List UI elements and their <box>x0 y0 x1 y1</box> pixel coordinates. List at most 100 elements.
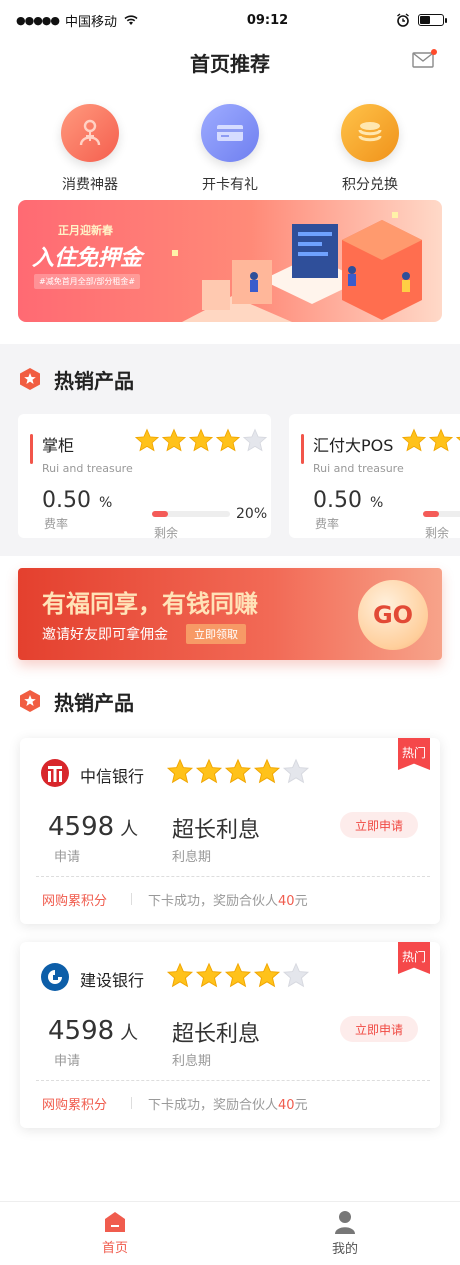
remain-label: 剩余 <box>154 526 179 540</box>
status-right <box>396 13 447 27</box>
reward-amount: 40 <box>278 1098 295 1113</box>
star-badge-icon <box>18 689 42 713</box>
reward-suffix: 元 <box>294 894 308 909</box>
tab-label: 首页 <box>101 1241 128 1256</box>
ccb-logo-icon <box>41 963 69 991</box>
count-number: 4598 <box>48 812 115 842</box>
quick-entries: 消费神器 开卡有礼 积分兑换 <box>0 84 460 200</box>
rating-stars <box>134 428 268 454</box>
tab-mine[interactable]: 我的 <box>230 1202 460 1265</box>
notification-dot <box>431 49 437 55</box>
reward-prefix: 下卡成功，奖励合伙人 <box>148 1098 279 1113</box>
promo-headline: 有福同享，有钱同赚 <box>42 590 258 618</box>
signal-icon: ●●●●● <box>16 13 60 27</box>
banner-illustration <box>172 212 422 322</box>
go-button[interactable]: GO <box>358 580 428 650</box>
product-card[interactable]: 汇付大POS Rui and treasure 0.50% 费率 剩余 <box>289 414 460 540</box>
banner-tag: #减免首月全部/部分租金# <box>34 274 141 289</box>
hot-ribbon: 热门 <box>398 738 430 770</box>
coins-icon <box>341 104 399 162</box>
star-empty-icon <box>242 428 268 452</box>
reward-prefix: 下卡成功，奖励合伙人 <box>148 894 279 909</box>
carrier-label: 中国移动 <box>65 14 118 30</box>
status-bar: ●●●●● 中国移动 09:12 <box>0 0 460 40</box>
bank-card-citic[interactable]: 热门 中信银行 4598 人 申请 超长利息 利息期 立即申请 网购累积分 下卡成… <box>20 738 440 924</box>
separator <box>131 893 132 905</box>
feature-label: 利息期 <box>172 850 212 865</box>
remain-progress <box>423 511 460 517</box>
page-title: 首页推荐 <box>190 51 270 76</box>
tab-home[interactable]: 首页 <box>0 1202 230 1265</box>
star-filled-icon <box>134 428 160 452</box>
status-left: ●●●●● 中国移动 <box>16 11 139 30</box>
rate-label: 费率 <box>315 517 340 531</box>
star-filled-icon <box>166 962 194 988</box>
star-filled-icon <box>428 428 454 452</box>
rate-number: 0.50 <box>313 488 362 513</box>
wifi-icon <box>124 15 138 25</box>
invite-promo[interactable]: 有福同享，有钱同赚 邀请好友即可拿佣金 立即领取 GO <box>18 568 442 660</box>
quick-item-label: 开卡有礼 <box>202 177 258 193</box>
progress-fill <box>423 511 439 517</box>
tab-bar: 首页 我的 <box>0 1201 460 1265</box>
rate-number: 0.50 <box>42 488 91 513</box>
product-card[interactable]: 掌柜 Rui and treasure 0.50% 费率 20% 剩余 <box>18 414 271 540</box>
battery-icon <box>418 14 447 26</box>
progress-fill <box>152 511 168 517</box>
reward-amount: 40 <box>278 894 295 909</box>
rate-unit: % <box>98 495 113 511</box>
star-filled-icon <box>253 962 281 988</box>
hot-products-row[interactable]: 掌柜 Rui and treasure 0.50% 费率 20% 剩余 汇付大P… <box>0 414 460 556</box>
count-label: 申请 <box>54 850 81 865</box>
rate-value: 0.50% <box>42 488 112 513</box>
product-subtitle: Rui and treasure <box>42 462 133 475</box>
promo-banner[interactable]: 正月迎新春 入住免押金 #减免首月全部/部分租金# <box>18 200 442 322</box>
star-filled-icon <box>195 962 223 988</box>
mail-button[interactable] <box>412 49 437 68</box>
rating-stars <box>166 758 310 786</box>
star-filled-icon <box>224 758 252 784</box>
quick-item-consume[interactable]: 消费神器 <box>35 104 145 200</box>
rate-value: 0.50% <box>313 488 383 513</box>
bank-card-ccb[interactable]: 热门 建设银行 4598 人 申请 超长利息 利息期 立即申请 网购累积分 下卡成… <box>20 942 440 1128</box>
hot-products-band: 热销产品 掌柜 Rui and treasure 0.50% 费率 20% 剩余… <box>0 344 460 556</box>
applicant-count: 4598 人 <box>48 812 138 842</box>
reward-text: 下卡成功，奖励合伙人40元 <box>148 1094 308 1113</box>
count-unit: 人 <box>120 1023 139 1044</box>
section-header: 热销产品 <box>0 344 460 414</box>
bank-tag: 网购累积分 <box>42 1098 108 1113</box>
feature-value: 超长利息 <box>172 1022 261 1047</box>
star-filled-icon <box>195 758 223 784</box>
consume-icon <box>61 104 119 162</box>
apply-button[interactable]: 立即申请 <box>340 812 418 838</box>
dashed-divider <box>36 1080 430 1081</box>
alarm-icon <box>397 13 409 27</box>
star-filled-icon <box>401 428 427 452</box>
product-subtitle: Rui and treasure <box>313 462 404 475</box>
quick-item-open-card[interactable]: 开卡有礼 <box>175 104 285 200</box>
bank-name: 中信银行 <box>80 767 145 786</box>
star-filled-icon <box>166 758 194 784</box>
star-filled-icon <box>253 758 281 784</box>
star-badge-icon <box>18 367 42 391</box>
star-filled-icon <box>161 428 187 452</box>
card-icon <box>201 104 259 162</box>
star-filled-icon <box>188 428 214 452</box>
rating-stars <box>166 962 310 990</box>
quick-item-points[interactable]: 积分兑换 <box>315 104 425 200</box>
star-filled-icon <box>455 436 460 441</box>
reward-suffix: 元 <box>294 1098 308 1113</box>
nav-bar: 首页推荐 <box>0 40 460 84</box>
accent-bar <box>301 434 304 464</box>
remain-progress <box>152 511 230 517</box>
user-icon <box>335 1211 355 1234</box>
section-title: 热销产品 <box>54 368 134 393</box>
count-label: 申请 <box>54 1054 81 1069</box>
claim-button[interactable]: 立即领取 <box>186 624 246 644</box>
citic-logo-icon <box>41 759 69 787</box>
count-number: 4598 <box>48 1016 115 1046</box>
status-time: 09:12 <box>246 12 289 28</box>
star-empty-icon <box>282 758 310 784</box>
apply-button[interactable]: 立即申请 <box>340 1016 418 1042</box>
tab-label: 我的 <box>331 1242 358 1257</box>
